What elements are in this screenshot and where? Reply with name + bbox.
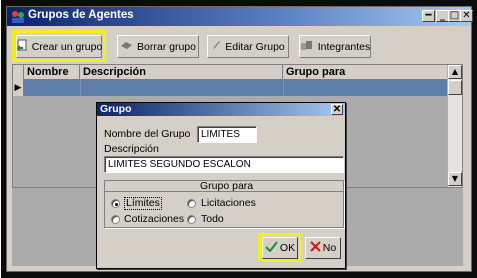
column-header-nombre[interactable]: Nombre <box>24 65 80 79</box>
descripcion-label: Descripción <box>104 143 159 155</box>
cell-divider <box>283 79 284 96</box>
highlight-crear <box>12 30 106 62</box>
integrantes-button[interactable]: Integrantes <box>299 35 371 58</box>
close-button[interactable]: ✕ <box>460 10 473 22</box>
scroll-down-icon[interactable]: ▼ <box>448 172 462 186</box>
dialog-title: Grupo <box>100 103 132 115</box>
window-title: Grupos de Agentes <box>28 9 134 21</box>
eraser-icon <box>120 40 133 53</box>
radio-todo[interactable] <box>187 215 196 224</box>
dialog-close-icon[interactable]: ✕ <box>331 104 343 115</box>
grid-corner <box>13 65 24 79</box>
radio-licitaciones-label[interactable]: Licitaciones <box>201 197 256 209</box>
editar-grupo-button[interactable]: Editar Grupo <box>207 35 289 58</box>
radio-cotizaciones[interactable] <box>111 215 120 224</box>
row-indicator-icon: ▶ <box>13 79 24 96</box>
restore-button[interactable]: ━ <box>422 10 435 22</box>
x-icon <box>310 241 321 255</box>
column-header-descripcion[interactable]: Descripción <box>80 65 283 79</box>
app-icon <box>10 9 26 24</box>
members-icon <box>300 40 314 54</box>
descripcion-field[interactable]: LIMITES SEGUNDO ESCALON <box>104 156 344 173</box>
grupo-para-label: Grupo para <box>200 180 254 192</box>
dialog-title-bar[interactable] <box>97 103 345 116</box>
highlight-ok <box>258 233 302 262</box>
cell-divider <box>80 79 81 96</box>
radio-licitaciones[interactable] <box>187 199 196 208</box>
borrar-grupo-button[interactable]: Borrar grupo <box>117 35 199 58</box>
column-header-grupo-para[interactable]: Grupo para <box>283 65 447 79</box>
pencil-icon <box>211 40 221 54</box>
scroll-thumb[interactable] <box>448 80 462 95</box>
radio-limites-label[interactable]: Límites <box>124 197 162 210</box>
table-row-selected[interactable] <box>24 79 447 96</box>
no-button[interactable]: No <box>305 237 341 259</box>
nombre-label: Nombre del Grupo <box>104 128 191 140</box>
radio-todo-label[interactable]: Todo <box>201 213 224 225</box>
radio-cotizaciones-label[interactable]: Cotizaciones <box>124 213 184 225</box>
radio-selected-dot <box>115 203 118 206</box>
scroll-up-icon[interactable]: ▲ <box>448 65 462 79</box>
nombre-field[interactable]: LIMITES <box>197 126 257 143</box>
